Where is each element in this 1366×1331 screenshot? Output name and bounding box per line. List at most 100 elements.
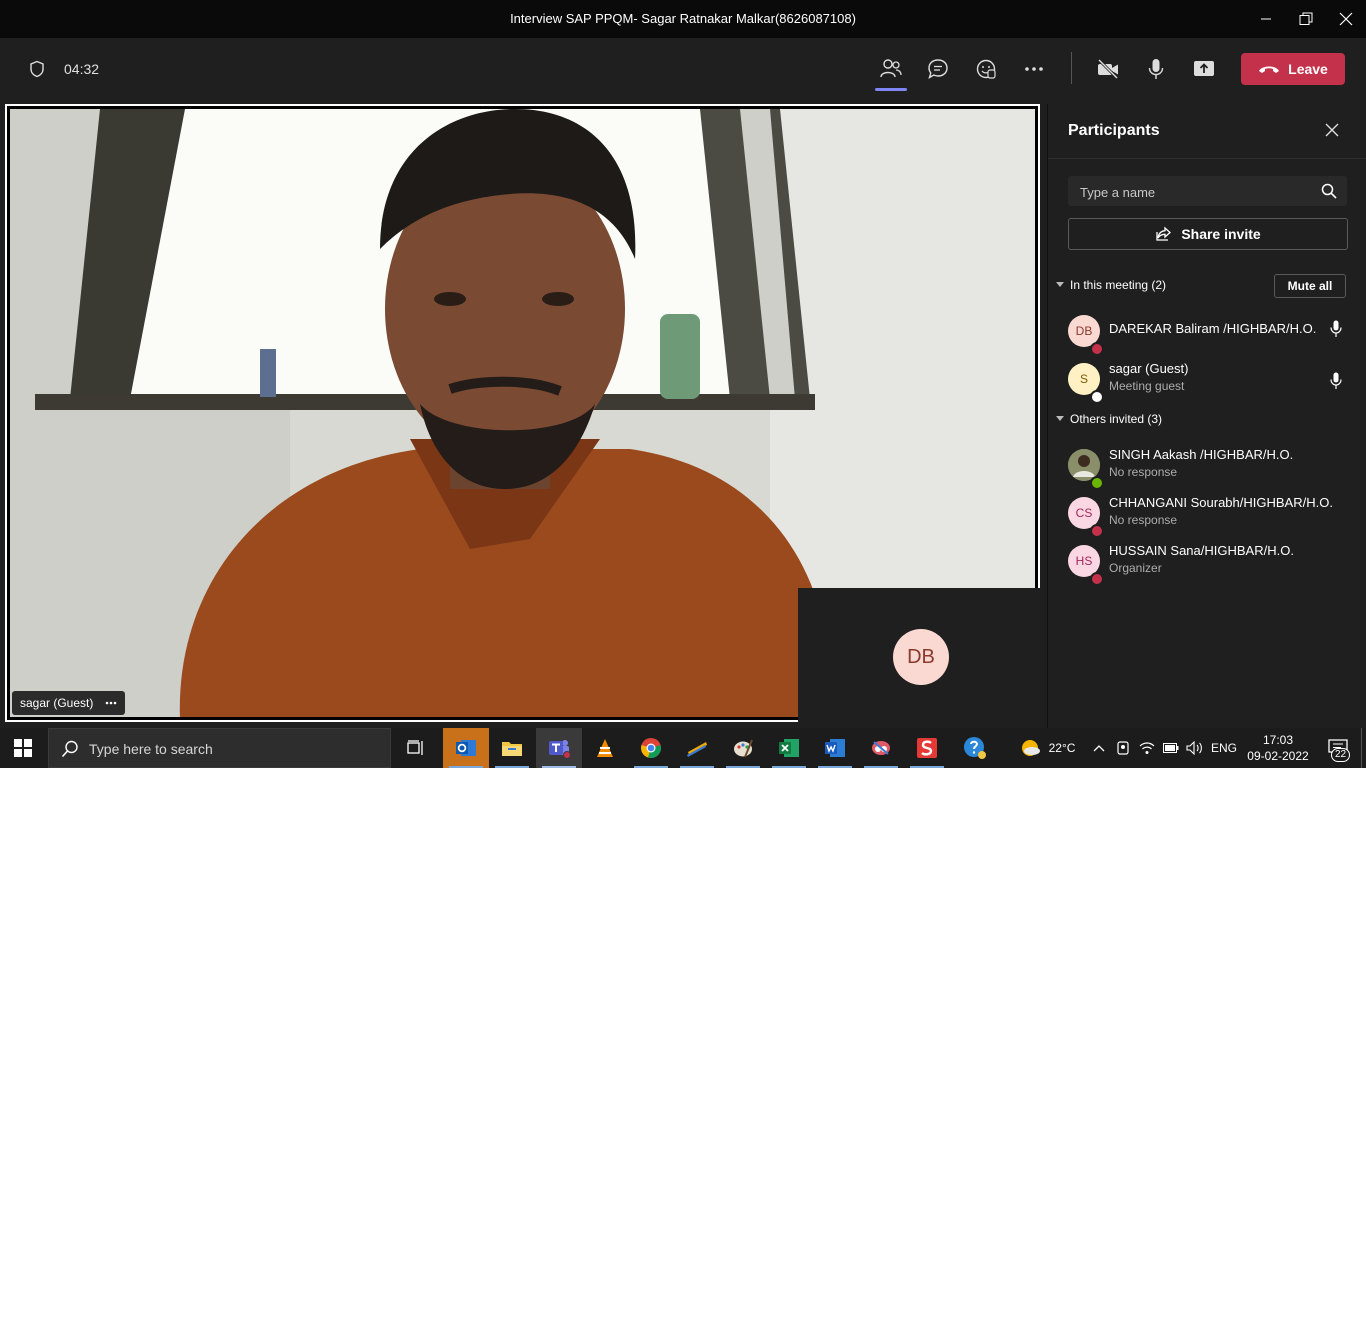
notification-center-button[interactable]: 22 xyxy=(1318,728,1358,768)
search-icon xyxy=(61,740,78,758)
participant-row[interactable]: Ssagar (Guest) Meeting guest xyxy=(1068,358,1358,404)
participant-role: No response xyxy=(1109,465,1178,479)
volume-icon xyxy=(1186,741,1202,755)
minimize-button[interactable] xyxy=(1246,0,1286,38)
vlc-icon xyxy=(597,739,613,757)
participant-row[interactable]: HS HUSSAIN Sana/HIGHBAR/H.O. Organizer xyxy=(1068,540,1358,586)
excel-icon xyxy=(779,739,799,757)
participants-button[interactable] xyxy=(871,49,911,91)
language-indicator[interactable]: ENG xyxy=(1208,728,1240,768)
taskbar-search[interactable]: Type here to search xyxy=(48,728,391,768)
share-content-button[interactable] xyxy=(1184,49,1224,89)
panel-title: Participants xyxy=(1068,122,1160,139)
outlook-app[interactable] xyxy=(443,728,489,768)
windows-logo-icon xyxy=(14,739,32,757)
battery-tray[interactable] xyxy=(1160,728,1182,768)
chevron-up-icon xyxy=(1093,745,1105,752)
reactions-button[interactable] xyxy=(966,49,1006,89)
participants-panel: Participants Share invite In this meetin… xyxy=(1047,104,1366,728)
camera-off-icon xyxy=(1097,58,1119,80)
outlook-icon xyxy=(456,740,476,756)
participant-role: No response xyxy=(1109,513,1178,527)
sketch-app[interactable] xyxy=(904,728,950,768)
close-window-button[interactable] xyxy=(1326,0,1366,38)
avatar: CS xyxy=(1068,497,1104,538)
participant-row[interactable]: CS CHHANGANI Sourabh/HIGHBAR/H.O. No respo… xyxy=(1068,492,1358,538)
show-hidden-icons-button[interactable] xyxy=(1088,728,1110,768)
phone-hangup-icon xyxy=(1259,66,1280,73)
file-explorer-app[interactable] xyxy=(489,728,535,768)
more-actions-button[interactable] xyxy=(1014,49,1054,89)
chrome-icon xyxy=(641,738,661,758)
windows-taskbar: Type here to search 22°C ENG 17:03 09-02… xyxy=(0,728,1366,768)
search-input[interactable] xyxy=(1068,176,1322,208)
word-app[interactable] xyxy=(812,728,858,768)
mic-toggle-button[interactable] xyxy=(1136,49,1176,89)
get-help-app[interactable] xyxy=(952,728,998,768)
meet-now-tray[interactable] xyxy=(1112,728,1134,768)
paint-app[interactable] xyxy=(720,728,766,768)
mic-icon[interactable] xyxy=(1330,372,1342,395)
chrome-app[interactable] xyxy=(628,728,674,768)
task-view-icon xyxy=(407,740,423,755)
sticky-app[interactable] xyxy=(674,728,720,768)
excel-app[interactable] xyxy=(766,728,812,768)
weather-widget[interactable]: 22°C xyxy=(1012,728,1082,768)
webcam-icon xyxy=(1117,741,1129,755)
chevron-down-icon xyxy=(1056,416,1064,421)
mic-icon[interactable] xyxy=(1330,320,1342,343)
camera-toggle-button[interactable] xyxy=(1088,49,1128,89)
minimize-icon xyxy=(1261,18,1271,20)
in-meeting-label: In this meeting (2) xyxy=(1070,278,1167,292)
word-icon xyxy=(825,739,845,757)
clock[interactable]: 17:03 09-02-2022 xyxy=(1244,728,1312,768)
in-meeting-section-toggle[interactable]: In this meeting (2) xyxy=(1056,278,1166,292)
avatar xyxy=(1068,449,1104,490)
close-icon xyxy=(1339,12,1353,26)
participant-name: SINGH Aakash /HIGHBAR/H.O. xyxy=(1109,447,1294,462)
show-desktop-button[interactable] xyxy=(1361,728,1366,768)
sketch-app-icon xyxy=(917,738,937,758)
meeting-toolbar: 04:32 Leave xyxy=(0,38,1366,102)
snipping-icon xyxy=(872,741,890,755)
share-invite-button[interactable]: Share invite xyxy=(1068,218,1348,250)
close-panel-button[interactable] xyxy=(1320,118,1344,142)
chat-icon xyxy=(928,59,948,79)
people-icon xyxy=(880,59,902,78)
task-view-button[interactable] xyxy=(393,728,439,768)
chat-button[interactable] xyxy=(918,49,958,89)
participant-row[interactable]: DB DAREKAR Baliram /HIGHBAR/H.O. xyxy=(1068,310,1358,356)
mic-icon xyxy=(1148,59,1164,79)
presence-status-icon xyxy=(1090,476,1104,490)
raise-hand-icon xyxy=(976,59,996,79)
window-title: Interview SAP PPQM- Sagar Ratnakar Malka… xyxy=(510,11,856,26)
restore-button[interactable] xyxy=(1286,0,1326,38)
toolbar-divider xyxy=(1071,52,1072,84)
network-tray[interactable] xyxy=(1136,728,1158,768)
search-icon[interactable] xyxy=(1321,183,1337,199)
share-screen-icon xyxy=(1194,61,1214,76)
more-icon xyxy=(106,701,117,705)
presence-status-icon xyxy=(1090,342,1104,356)
start-button[interactable] xyxy=(0,728,46,768)
participant-name-badge[interactable]: sagar (Guest) xyxy=(12,691,126,715)
self-preview-tile[interactable]: DB xyxy=(798,588,1046,728)
participant-row[interactable]: SINGH Aakash /HIGHBAR/H.O. No response xyxy=(1068,444,1358,490)
sticky-app-icon xyxy=(687,742,707,757)
mute-all-button[interactable]: Mute all xyxy=(1274,274,1346,298)
others-invited-section-toggle[interactable]: Others invited (3) xyxy=(1056,412,1162,426)
teams-app[interactable] xyxy=(536,728,582,768)
participant-name: HUSSAIN Sana/HIGHBAR/H.O. xyxy=(1109,543,1294,558)
volume-tray[interactable] xyxy=(1184,728,1206,768)
leave-button[interactable]: Leave xyxy=(1241,53,1345,85)
teams-meeting-window: Interview SAP PPQM- Sagar Ratnakar Malka… xyxy=(0,0,1366,728)
snipping-app[interactable] xyxy=(858,728,904,768)
notification-count: 22 xyxy=(1331,748,1351,762)
self-avatar: DB xyxy=(893,629,949,685)
clock-time: 17:03 xyxy=(1262,733,1294,747)
taskbar-search-placeholder: Type here to search xyxy=(89,741,213,757)
restore-icon xyxy=(1299,12,1313,25)
meeting-timer: 04:32 xyxy=(64,61,100,77)
vlc-app[interactable] xyxy=(582,728,628,768)
participant-name: sagar (Guest) xyxy=(1109,361,1189,376)
